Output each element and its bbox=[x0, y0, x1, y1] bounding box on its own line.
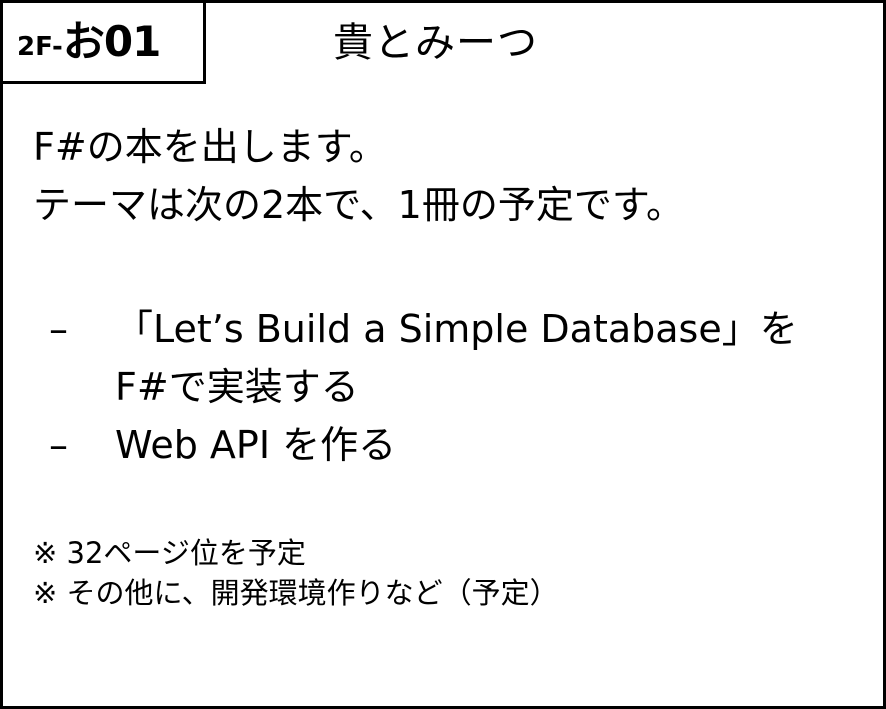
intro-text: F#の本を出します。 テーマは次の2本で、1冊の予定です。 bbox=[33, 118, 684, 234]
list-item: – 「Let’s Build a Simple Database」を F#で実装… bbox=[43, 300, 798, 416]
list-item: – Web API を作る bbox=[43, 416, 798, 474]
booth-number: お01 bbox=[62, 17, 161, 66]
header: 2F- お01 貴とみーつ bbox=[0, 0, 883, 84]
note-extra-content: ※ その他に、開発環境作りなど（予定） bbox=[33, 576, 559, 610]
note-page-count: ※ 32ページ位を予定 bbox=[33, 536, 306, 570]
intro-line-2: テーマは次の2本で、1冊の予定です。 bbox=[33, 183, 685, 227]
list-item-text: 「Let’s Build a Simple Database」を F#で実装する bbox=[115, 300, 798, 416]
bullet-dash: – bbox=[49, 423, 68, 467]
list-item-line-2: F#で実装する bbox=[115, 365, 359, 409]
notes: ※ 32ページ位を予定 ※ その他に、開発環境作りなど（予定） bbox=[33, 533, 559, 613]
announcement-sheet: 2F- お01 貴とみーつ F#の本を出します。 テーマは次の2本で、1冊の予定… bbox=[0, 0, 886, 709]
booth-prefix: 2F- bbox=[17, 32, 63, 62]
circle-name: 貴とみーつ bbox=[333, 20, 538, 66]
list-item-line-1: Web API を作る bbox=[115, 423, 397, 467]
theme-list: – 「Let’s Build a Simple Database」を F#で実装… bbox=[43, 300, 798, 474]
booth-id-box: 2F- お01 bbox=[0, 0, 206, 84]
bullet-dash: – bbox=[49, 307, 68, 351]
list-item-text: Web API を作る bbox=[115, 416, 396, 474]
intro-line-1: F#の本を出します。 bbox=[33, 125, 387, 169]
list-item-line-1: 「Let’s Build a Simple Database」を bbox=[115, 307, 798, 351]
